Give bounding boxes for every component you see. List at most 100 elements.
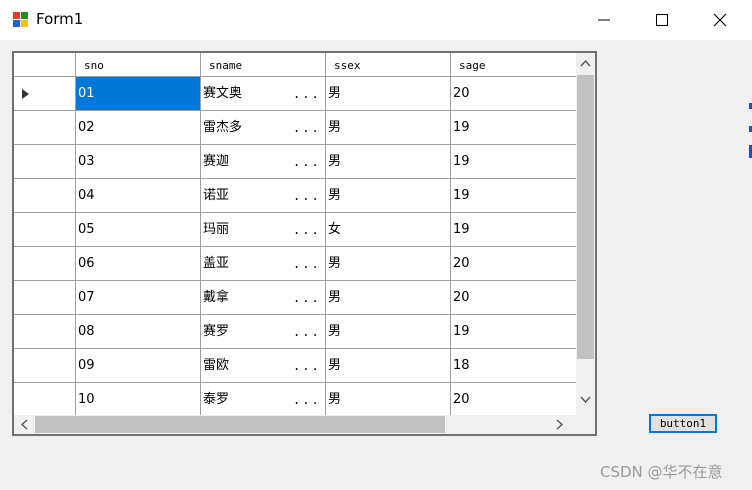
table-row[interactable]: 02 雷杰多... 男 19 <box>14 111 576 145</box>
cell-sage[interactable]: 20 <box>451 281 576 314</box>
cell-sname[interactable]: 赛罗... <box>201 315 326 348</box>
cell-sno[interactable]: 02 <box>76 111 201 144</box>
cell-ssex[interactable]: 男 <box>326 145 451 178</box>
cell-ssex[interactable]: 男 <box>326 383 451 416</box>
cell-sname[interactable]: 诺亚... <box>201 179 326 212</box>
cell-sno[interactable]: 07 <box>76 281 201 314</box>
cell-sage[interactable]: 19 <box>451 145 576 178</box>
cell-ellipsis: ... <box>293 325 321 339</box>
vertical-scroll-thumb[interactable] <box>577 75 594 359</box>
cell-ssex[interactable]: 男 <box>326 247 451 280</box>
chevron-right-icon[interactable] <box>556 419 564 430</box>
table-row[interactable]: 04 诺亚... 男 19 <box>14 179 576 213</box>
cell-sage[interactable]: 19 <box>451 315 576 348</box>
cell-ssex[interactable]: 男 <box>326 281 451 314</box>
cell-sname[interactable]: 戴拿... <box>201 281 326 314</box>
row-header[interactable] <box>14 111 76 144</box>
cell-sname[interactable]: 玛丽... <box>201 213 326 246</box>
vertical-scrollbar[interactable] <box>576 53 595 415</box>
cell-ellipsis: ... <box>293 359 321 373</box>
cell-sno[interactable]: 05 <box>76 213 201 246</box>
cell-sname-text: 赛文奥 <box>203 86 243 101</box>
cell-ssex[interactable]: 男 <box>326 111 451 144</box>
row-header[interactable] <box>14 179 76 212</box>
cell-ssex[interactable]: 女 <box>326 213 451 246</box>
row-header[interactable] <box>14 315 76 348</box>
table-row[interactable]: 09 雷欧... 男 18 <box>14 349 576 383</box>
row-header[interactable] <box>14 247 76 280</box>
cell-ellipsis: ... <box>293 121 321 135</box>
table-row[interactable]: 08 赛罗... 男 19 <box>14 315 576 349</box>
minimize-icon <box>598 19 610 21</box>
row-header[interactable] <box>14 77 76 110</box>
cell-sno[interactable]: 08 <box>76 315 201 348</box>
cell-sno[interactable]: 09 <box>76 349 201 382</box>
horizontal-scrollbar[interactable] <box>14 415 576 434</box>
minimize-button[interactable] <box>575 0 633 40</box>
table-row[interactable]: 06 盖亚... 男 20 <box>14 247 576 281</box>
data-grid-view[interactable]: sno sname ssex sage 01 赛文奥... 男 20 02 雷杰… <box>12 51 597 436</box>
cell-ellipsis: ... <box>293 393 321 407</box>
cell-sno[interactable]: 10 <box>76 383 201 416</box>
cell-ssex[interactable]: 男 <box>326 315 451 348</box>
cell-sname-text: 盖亚 <box>203 256 230 271</box>
cell-sage[interactable]: 20 <box>451 383 576 416</box>
cell-sname[interactable]: 雷欧... <box>201 349 326 382</box>
column-header-ssex[interactable]: ssex <box>326 53 451 77</box>
window-title: Form1 <box>36 10 84 28</box>
table-row[interactable]: 05 玛丽... 女 19 <box>14 213 576 247</box>
header-corner[interactable] <box>14 53 76 77</box>
close-icon <box>713 13 727 27</box>
chevron-up-icon[interactable] <box>580 59 591 67</box>
cell-sno[interactable]: 04 <box>76 179 201 212</box>
cell-sname[interactable]: 赛迦... <box>201 145 326 178</box>
table-row[interactable]: 10 泰罗... 男 20 <box>14 383 576 417</box>
chevron-down-icon[interactable] <box>580 396 591 404</box>
cell-sname-text: 诺亚 <box>203 188 230 203</box>
cell-sage[interactable]: 20 <box>451 77 576 110</box>
button1[interactable]: button1 <box>649 414 717 433</box>
cell-ellipsis: ... <box>293 155 321 169</box>
cell-sno[interactable]: 03 <box>76 145 201 178</box>
grid-header: sno sname ssex sage <box>14 53 576 77</box>
chevron-left-icon[interactable] <box>20 419 28 430</box>
cell-ssex[interactable]: 男 <box>326 77 451 110</box>
row-header[interactable] <box>14 349 76 382</box>
cell-sage[interactable]: 18 <box>451 349 576 382</box>
cell-sname[interactable]: 赛文奥... <box>201 77 326 110</box>
cell-ellipsis: ... <box>293 189 321 203</box>
cell-sname[interactable]: 雷杰多... <box>201 111 326 144</box>
current-row-arrow-icon <box>22 89 29 99</box>
table-row[interactable]: 03 赛迦... 男 19 <box>14 145 576 179</box>
column-header-sname[interactable]: sname <box>201 53 326 77</box>
maximize-button[interactable] <box>633 0 691 40</box>
cell-sage[interactable]: 20 <box>451 247 576 280</box>
close-button[interactable] <box>691 0 749 40</box>
horizontal-scroll-thumb[interactable] <box>35 416 445 433</box>
row-header[interactable] <box>14 383 76 416</box>
cell-sage[interactable]: 19 <box>451 111 576 144</box>
row-header[interactable] <box>14 281 76 314</box>
column-header-sno[interactable]: sno <box>76 53 201 77</box>
cell-ellipsis: ... <box>293 223 321 237</box>
cell-sname-text: 泰罗 <box>203 392 230 407</box>
cell-ssex[interactable]: 男 <box>326 349 451 382</box>
cell-sname-text: 玛丽 <box>203 222 230 237</box>
table-row[interactable]: 01 赛文奥... 男 20 <box>14 77 576 111</box>
cell-ssex[interactable]: 男 <box>326 179 451 212</box>
column-header-sage[interactable]: sage <box>451 53 576 77</box>
row-header[interactable] <box>14 213 76 246</box>
cell-sname-text: 赛迦 <box>203 154 230 169</box>
cell-sname-text: 雷欧 <box>203 358 230 373</box>
cell-sno[interactable]: 06 <box>76 247 201 280</box>
cell-sage[interactable]: 19 <box>451 213 576 246</box>
cell-sname[interactable]: 盖亚... <box>201 247 326 280</box>
cell-sage[interactable]: 19 <box>451 179 576 212</box>
cell-sname-text: 戴拿 <box>203 290 230 305</box>
row-header[interactable] <box>14 145 76 178</box>
cell-sno[interactable]: 01 <box>76 77 201 110</box>
cell-sname[interactable]: 泰罗... <box>201 383 326 416</box>
table-row[interactable]: 07 戴拿... 男 20 <box>14 281 576 315</box>
cell-sname-text: 赛罗 <box>203 324 230 339</box>
cell-ellipsis: ... <box>293 291 321 305</box>
